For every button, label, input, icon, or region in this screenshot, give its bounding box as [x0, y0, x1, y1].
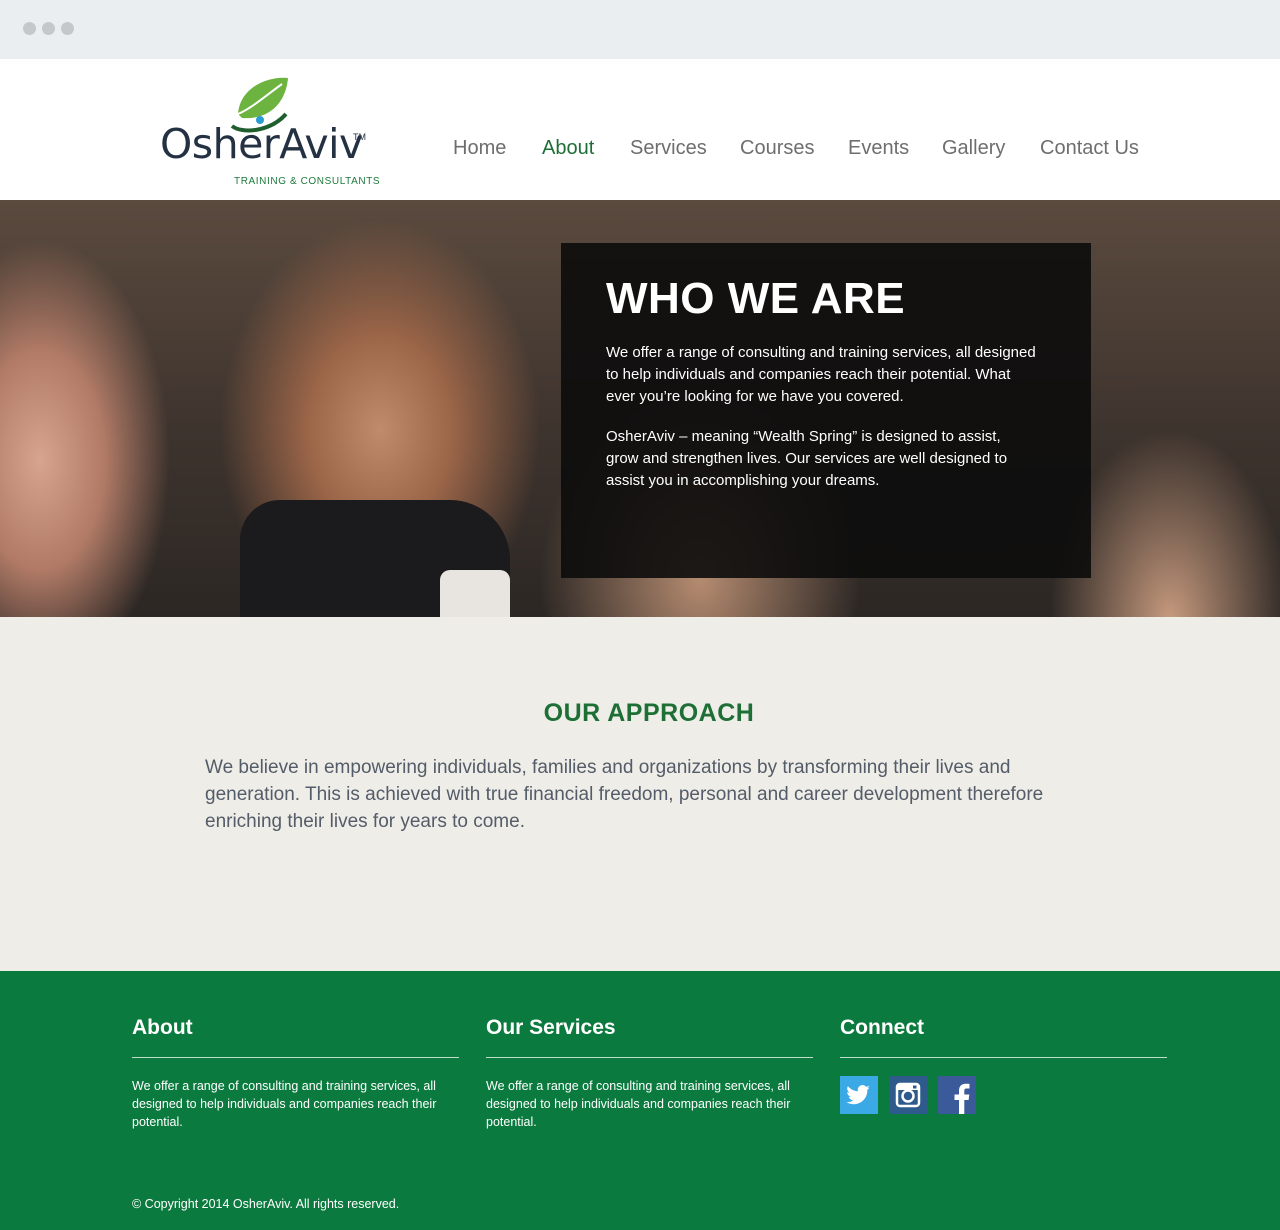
hero-banner: WHO WE ARE We offer a range of consultin…	[0, 200, 1280, 617]
site-footer: About We offer a range of consulting and…	[0, 971, 1280, 1230]
footer-heading: Our Services	[486, 1016, 813, 1058]
footer-heading: Connect	[840, 1016, 1167, 1058]
approach-section: OUR APPROACH We believe in empowering in…	[0, 617, 1280, 971]
nav-home[interactable]: Home	[453, 137, 506, 160]
social-links	[840, 1076, 1167, 1114]
nav-contact-us[interactable]: Contact Us	[1040, 137, 1139, 160]
logo[interactable]: OsherAviv TM TRAINING & CONSULTANTS	[160, 74, 380, 187]
footer-connect: Connect	[840, 1016, 1167, 1114]
nav-courses[interactable]: Courses	[740, 137, 814, 160]
nav-about[interactable]: About	[542, 137, 594, 160]
footer-about: About We offer a range of consulting and…	[132, 1016, 459, 1131]
approach-title: OUR APPROACH	[543, 699, 755, 727]
approach-text: We believe in empowering individuals, fa…	[205, 757, 1044, 832]
footer-heading: About	[132, 1016, 459, 1058]
site-header: OsherAviv TM TRAINING & CONSULTANTS Home…	[0, 59, 1280, 200]
hero-title: WHO WE ARE	[606, 274, 906, 323]
footer-services: Our Services We offer a range of consult…	[486, 1016, 813, 1131]
browser-chrome	[0, 0, 1280, 59]
hero-photo-collar	[440, 570, 510, 617]
hero-paragraph: We offer a range of consulting and train…	[606, 344, 1036, 405]
copyright-text: © Copyright 2014 OsherAviv. All rights r…	[132, 1197, 400, 1211]
footer-text: We offer a range of consulting and train…	[486, 1079, 791, 1129]
main-nav: Home About Services Courses Events Galle…	[0, 137, 1280, 167]
window-dot[interactable]	[42, 22, 55, 35]
nav-gallery[interactable]: Gallery	[942, 137, 1005, 160]
nav-events[interactable]: Events	[848, 137, 909, 160]
window-dot[interactable]	[61, 22, 74, 35]
footer-text: We offer a range of consulting and train…	[132, 1079, 437, 1129]
hero-text-panel: WHO WE ARE We offer a range of consultin…	[561, 243, 1091, 578]
nav-services[interactable]: Services	[630, 137, 707, 160]
logo-tagline: TRAINING & CONSULTANTS	[234, 176, 381, 187]
window-dot[interactable]	[23, 22, 36, 35]
hero-paragraph: OsherAviv – meaning “Wealth Spring” is d…	[606, 428, 1008, 489]
facebook-icon[interactable]	[938, 1076, 976, 1114]
twitter-icon[interactable]	[840, 1076, 878, 1114]
instagram-icon[interactable]	[889, 1076, 927, 1114]
